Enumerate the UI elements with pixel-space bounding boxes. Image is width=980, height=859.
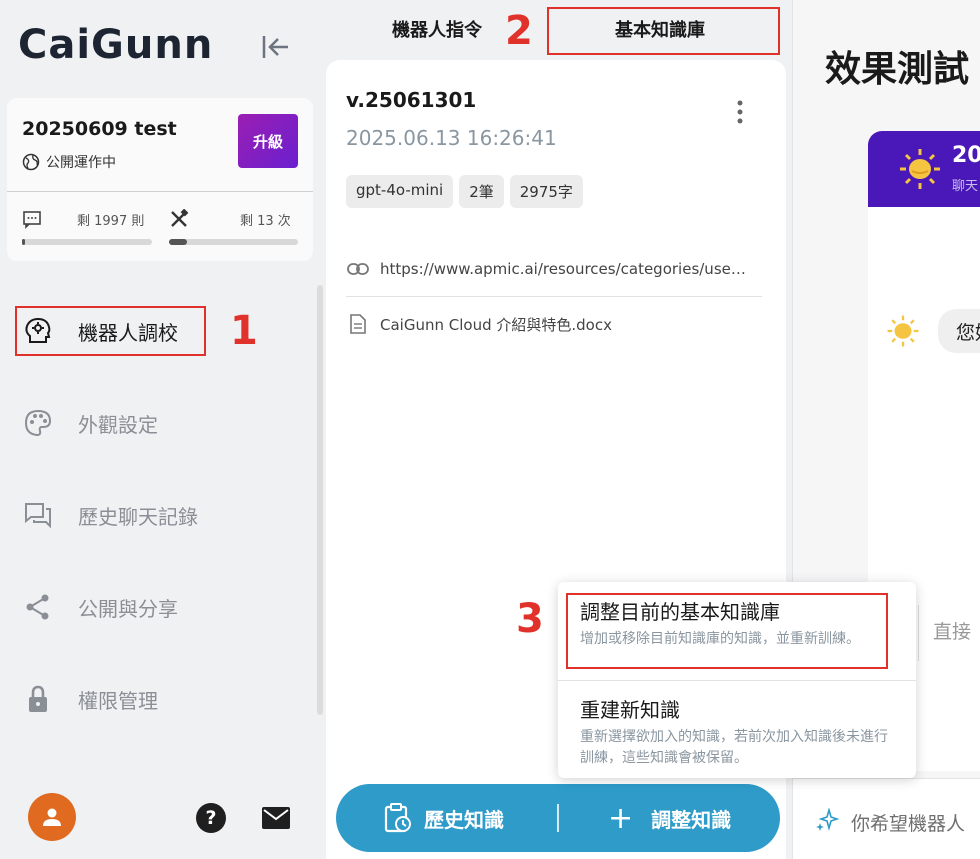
action-divider	[557, 804, 559, 832]
bot-status-label: 公開運作中	[46, 155, 116, 171]
knowledge-timestamp: 2025.06.13 16:26:41	[346, 126, 557, 150]
tools-icon	[171, 209, 189, 227]
sparkle-icon	[816, 808, 839, 831]
knowledge-action-bar: 歷史知識 + 調整知識	[336, 784, 780, 852]
annotation-box-3	[566, 593, 888, 669]
annotation-box-2	[547, 7, 780, 55]
sidebar-item-chat-history[interactable]: 歷史聊天記錄	[22, 495, 198, 535]
bot-card: 20250609 test 公開運作中 升級 剩 1997 則 剩 13 次	[7, 98, 313, 261]
chat-input[interactable]: 直接	[918, 605, 980, 661]
annotation-number-1: 1	[230, 308, 258, 354]
sidebar-scrollbar[interactable]	[317, 285, 323, 715]
prompt-bar[interactable]: 你希望機器人	[793, 778, 980, 859]
chars-tag: 2975字	[509, 175, 583, 208]
sidebar-item-label: 歷史聊天記錄	[78, 504, 198, 529]
annotation-number-2: 2	[505, 8, 533, 54]
sun-avatar-icon	[900, 149, 940, 189]
annotation-box-1	[15, 306, 206, 356]
sidebar-item-label: 外觀設定	[78, 412, 158, 437]
tools-remaining: 剩 13 次	[240, 214, 291, 229]
user-avatar[interactable]	[28, 793, 76, 841]
sidebar-item-appearance[interactable]: 外觀設定	[22, 403, 158, 443]
messages-progress-bar	[22, 239, 152, 245]
bot-name: 20250609 test	[22, 118, 177, 140]
source-file-row[interactable]: CaiGunn Cloud 介紹與特色.docx	[346, 304, 762, 344]
messages-remaining: 剩 1997 則	[77, 214, 145, 229]
palette-icon	[22, 407, 54, 439]
source-file-text: CaiGunn Cloud 介紹與特色.docx	[380, 315, 612, 334]
app-logo: CaiGunn	[18, 22, 214, 68]
message-icon	[23, 211, 41, 229]
history-knowledge-label: 歷史知識	[424, 807, 504, 832]
menu-item-rebuild[interactable]: 重建新知識 重新選擇欲加入的知識，若前次加入知識後未進行訓練，這些知識會被保留。	[580, 694, 900, 769]
collapse-sidebar-button[interactable]	[258, 30, 292, 64]
share-icon	[22, 591, 54, 623]
user-icon	[43, 808, 61, 826]
mail-icon	[262, 807, 290, 829]
tab-bot-instructions[interactable]: 機器人指令	[392, 16, 482, 42]
tools-progress-bar	[169, 239, 298, 245]
model-tag: gpt-4o-mini	[346, 175, 454, 208]
knowledge-tags: gpt-4o-mini 2筆 2975字	[346, 175, 583, 208]
document-icon	[346, 312, 370, 336]
messages-progress-fill	[22, 239, 25, 245]
bot-message-bubble: 您好	[938, 309, 980, 353]
sidebar-item-share[interactable]: 公開與分享	[22, 587, 178, 627]
count-tag: 2筆	[459, 175, 504, 208]
knowledge-version: v.25061301	[346, 88, 477, 112]
upgrade-button[interactable]: 升級	[238, 114, 298, 168]
bot-status: 公開運作中	[22, 152, 116, 172]
test-panel-title: 效果測試	[825, 49, 970, 90]
adjust-knowledge-label: 調整知識	[651, 807, 732, 832]
link-icon	[346, 257, 370, 281]
menu-item-title: 重建新知識	[580, 698, 680, 722]
source-link-row[interactable]: https://www.apmic.ai/resources/categorie…	[346, 249, 762, 289]
adjust-knowledge-button[interactable]: + 調整知識	[608, 784, 731, 852]
clipboard-history-icon	[384, 803, 411, 833]
collapse-left-icon	[262, 36, 288, 58]
lock-icon	[22, 683, 54, 715]
sidebar: CaiGunn 20250609 test 公開運作中 升級 剩 1997 則	[0, 0, 326, 859]
sidebar-item-label: 權限管理	[78, 688, 158, 713]
source-divider	[346, 296, 762, 297]
plus-icon: +	[608, 800, 634, 836]
help-button[interactable]: ?	[196, 803, 226, 833]
more-vertical-icon	[737, 100, 743, 124]
sidebar-item-permissions[interactable]: 權限管理	[22, 679, 158, 719]
prompt-placeholder: 你希望機器人	[851, 813, 966, 835]
menu-item-description: 重新選擇欲加入的知識，若前次加入知識後未進行訓練，這些知識會被保留。	[580, 729, 888, 766]
sidebar-item-label: 公開與分享	[78, 596, 178, 621]
chat-header-title: 20	[952, 143, 980, 168]
mail-button[interactable]	[261, 806, 291, 830]
annotation-number-3: 3	[516, 596, 544, 642]
more-options-button[interactable]	[730, 98, 750, 126]
card-divider	[7, 191, 313, 192]
tools-progress-fill	[169, 239, 188, 245]
source-link-text: https://www.apmic.ai/resources/categorie…	[380, 260, 746, 278]
chat-header: 20 聊天	[868, 131, 980, 207]
history-knowledge-button[interactable]: 歷史知識	[384, 784, 504, 852]
menu-divider	[558, 680, 916, 681]
question-icon: ?	[205, 807, 217, 829]
globe-icon	[22, 153, 40, 171]
bot-avatar-icon	[887, 315, 919, 347]
chat-history-icon	[22, 499, 54, 531]
chat-header-subtitle: 聊天	[952, 179, 979, 194]
